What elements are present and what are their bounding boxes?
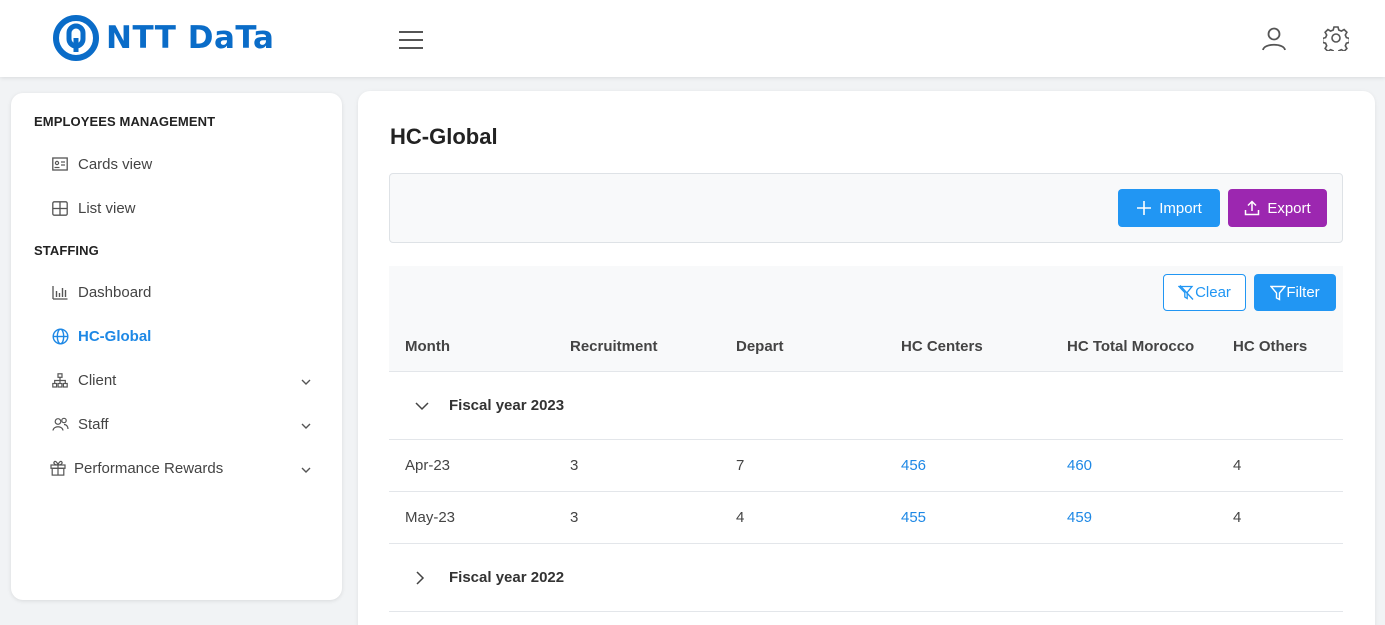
- upload-icon: [1245, 200, 1260, 216]
- sidebar-item-hc-global[interactable]: HC-Global: [51, 321, 311, 351]
- column-header-hc-centers[interactable]: HC Centers: [901, 338, 983, 355]
- sidebar-item-label: Client: [78, 371, 117, 389]
- cell-hc-others: 4: [1233, 509, 1242, 526]
- column-header-hc-total-morocco[interactable]: HC Total Morocco: [1067, 338, 1194, 355]
- sidebar-item-label: Cards view: [78, 155, 153, 173]
- settings-gear-icon[interactable]: [1321, 25, 1351, 56]
- sidebar-item-dashboard[interactable]: Dashboard: [51, 277, 311, 307]
- table-header: Clear Filter Month Recruitment Depart HC…: [389, 266, 1343, 372]
- group-row-fiscal-year-2022: Fiscal year 2022: [389, 544, 1343, 612]
- export-button[interactable]: Export: [1228, 189, 1327, 227]
- import-button[interactable]: Import: [1118, 189, 1220, 227]
- cell-hc-centers-link[interactable]: 455: [901, 509, 926, 526]
- sidebar-item-label: HC-Global: [78, 327, 152, 345]
- clear-filter-button[interactable]: Clear: [1163, 274, 1246, 311]
- sidebar-item-label: Performance Rewards: [74, 459, 224, 477]
- export-label: Export: [1267, 199, 1311, 217]
- table-row: Apr-23 3 7 456 460 4: [389, 440, 1343, 492]
- id-card-icon: [51, 155, 69, 173]
- ntt-data-logo[interactable]: NTT DaTa: [52, 14, 274, 62]
- bar-chart-icon: [51, 283, 69, 301]
- page-title: HC-Global: [390, 124, 498, 149]
- chevron-down-icon[interactable]: [301, 373, 311, 390]
- table-row: May-23 3 4 455 459 4: [389, 492, 1343, 544]
- cell-month: May-23: [405, 509, 456, 526]
- section-title-staffing: STAFFING: [34, 243, 99, 258]
- main-panel: HC-Global Import Export Clear Filter Mon…: [358, 91, 1375, 625]
- user-icon[interactable]: [1260, 25, 1288, 58]
- import-label: Import: [1159, 199, 1202, 217]
- toolbar: Import Export: [389, 173, 1343, 243]
- sidebar-item-list-view[interactable]: List view: [51, 193, 311, 223]
- filter-label: Filter: [1286, 284, 1320, 301]
- chevron-down-icon[interactable]: [301, 461, 311, 478]
- sidebar-item-staff[interactable]: Staff: [51, 409, 311, 439]
- sidebar: EMPLOYEES MANAGEMENT Cards view List vie…: [11, 93, 342, 600]
- sidebar-item-performance-rewards[interactable]: Performance Rewards: [49, 453, 311, 483]
- sitemap-icon: [51, 371, 69, 389]
- globe-icon: [51, 327, 69, 345]
- group-label: Fiscal year 2022: [449, 569, 565, 586]
- sidebar-item-cards-view[interactable]: Cards view: [51, 149, 311, 179]
- column-header-recruitment[interactable]: Recruitment: [570, 338, 658, 355]
- users-icon: [51, 415, 69, 433]
- section-title-employees-management: EMPLOYEES MANAGEMENT: [34, 114, 216, 129]
- logo-text: NTT DaTa: [106, 20, 275, 56]
- cell-hc-others: 4: [1233, 457, 1242, 474]
- chevron-down-icon[interactable]: [301, 417, 311, 434]
- cell-hc-centers-link[interactable]: 456: [901, 457, 926, 474]
- table-grid-icon: [51, 199, 69, 217]
- cell-depart: 7: [736, 457, 745, 474]
- cell-month: Apr-23: [405, 457, 451, 474]
- cell-recruitment: 3: [570, 509, 579, 526]
- group-row-fiscal-year-2023: Fiscal year 2023: [389, 372, 1343, 440]
- sidebar-item-label: List view: [78, 199, 136, 217]
- cell-hc-total-morocco-link[interactable]: 460: [1067, 457, 1092, 474]
- column-header-depart[interactable]: Depart: [736, 338, 784, 355]
- sidebar-item-client[interactable]: Client: [51, 365, 311, 395]
- group-label: Fiscal year 2023: [449, 397, 565, 414]
- sidebar-item-label: Staff: [78, 415, 109, 433]
- filter-button[interactable]: Filter: [1254, 274, 1336, 311]
- plus-icon: [1137, 201, 1152, 215]
- filter-slash-icon: [1178, 284, 1194, 300]
- column-header-month[interactable]: Month: [405, 338, 450, 355]
- column-header-hc-others[interactable]: HC Others: [1233, 338, 1307, 355]
- chevron-down-icon[interactable]: [415, 398, 431, 414]
- menu-icon[interactable]: [399, 27, 425, 49]
- filter-icon: [1270, 285, 1287, 301]
- sidebar-item-label: Dashboard: [78, 283, 152, 301]
- clear-label: Clear: [1195, 284, 1231, 301]
- top-bar: NTT DaTa: [0, 0, 1385, 77]
- cell-depart: 4: [736, 509, 745, 526]
- cell-hc-total-morocco-link[interactable]: 459: [1067, 509, 1092, 526]
- gift-icon: [49, 459, 67, 477]
- chevron-right-icon[interactable]: [415, 570, 431, 586]
- cell-recruitment: 3: [570, 457, 579, 474]
- ntt-logo-icon: [53, 15, 99, 61]
